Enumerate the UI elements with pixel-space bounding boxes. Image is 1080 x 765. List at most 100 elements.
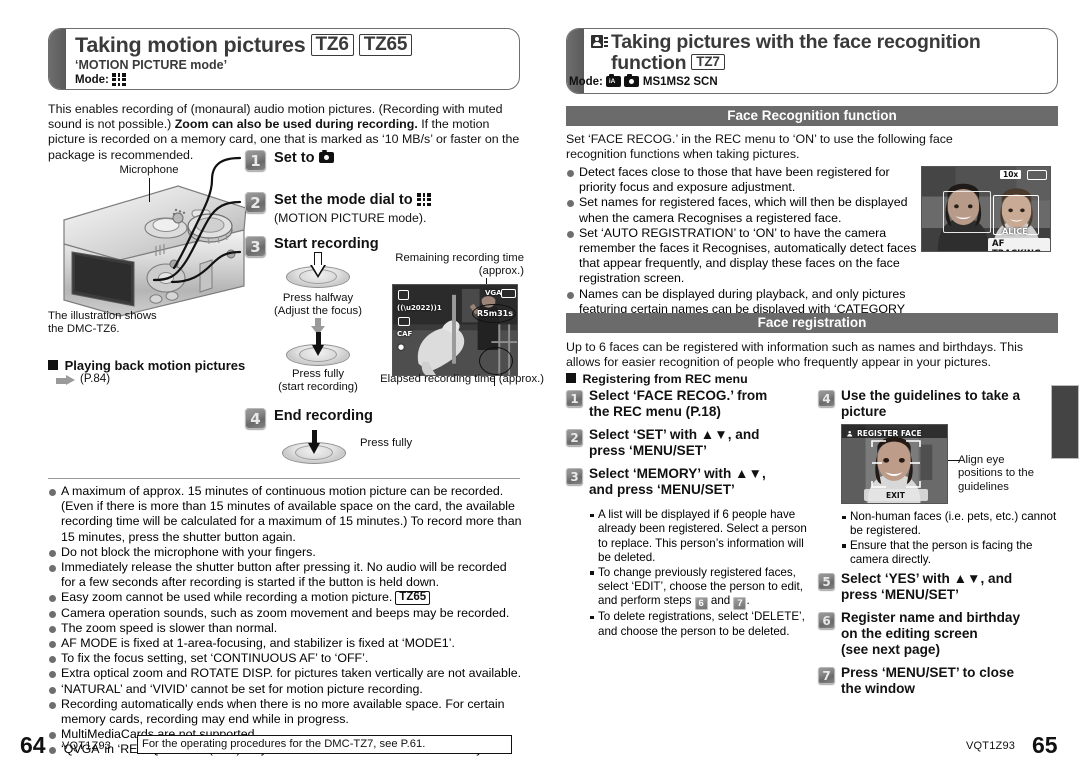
left-page-banner: Taking motion pictures TZ6 TZ65 ‘MOTION PI… [48,28,520,90]
model-tag-tz65: TZ65 [358,34,413,56]
step-1-text: Set to [274,149,334,167]
intelligent-auto-icon [605,74,621,88]
note-item: Camera operation sounds, such as zoom mo… [48,606,522,621]
recognized-name-label: ALICE [1002,227,1028,236]
step-chip-3: 3 [245,236,266,257]
note-item: A maximum of approx. 15 minutes of conti… [48,484,522,545]
step-6-text: Register name and birthday on the editin… [841,610,1021,658]
note-item: Ensure that the person is facing the cam… [841,539,1057,568]
bullet-item: Set ‘AUTO REGISTRATION’ to ‘ON’ to have … [566,226,918,287]
remaining-time-label: Remaining recording time (approx.) [395,252,524,278]
right-page-banner: Taking pictures with the face recognitio… [566,28,1058,94]
left-page-mode-line: Mode: [75,73,511,87]
illustration-note: The illustration shows the DMC-TZ6. [48,310,157,336]
inline-step-chip-6: 6 [694,597,708,611]
step-chip-3: 3 [566,468,583,485]
osd-mic-icon: ● [398,343,405,351]
step-chip-1: 1 [245,150,266,171]
step-7-text: Press ‘MENU/SET’ to close the window [841,665,1015,697]
osd-quality: VGA [485,289,502,297]
elapsed-time-label: Elapsed recording time (approx.) [380,373,544,385]
step-2-text: Set the mode dial to (MOTION PICTURE mod… [274,192,431,228]
face-registration-right-notes: Non-human faces (i.e. pets, etc.) cannot… [841,510,1057,568]
step-2-subtext: (MOTION PICTURE mode). [274,211,427,226]
face-registration-intro: Up to 6 faces can be registered with inf… [566,340,1024,370]
osd-continuous-af: CAF [397,330,413,338]
step-chip-5: 5 [818,573,835,590]
banner-accent-tab [49,29,66,89]
af-tracking-label: AF TRACKING [988,238,1050,251]
elapsed-time-highlight-ellipse [479,347,513,375]
osd-stabilizer-icon: ((\u2022))1 [397,304,442,312]
mode-label: Mode: [75,73,109,86]
model-tag-tz7: TZ7 [691,54,725,71]
registering-from-rec-menu-heading: Registering from REC menu [566,372,747,386]
page-thumb-tab [1051,385,1079,459]
note-item: To delete registrations, select ‘DELETE’… [589,610,807,639]
shutter-halfway-illustration [286,252,350,288]
press-halfway-arrow-icon [309,252,326,280]
motion-picture-film-icon [416,193,431,206]
face-registration-left-notes: A list will be displayed if 6 people hav… [589,508,807,639]
press-fully-end-arrow-icon [308,430,320,456]
step-leader-lines [152,156,242,284]
camera-icon [318,149,334,163]
note-item: Do not block the microphone with your fi… [48,545,522,560]
step-2-text: Select ‘SET’ with ▲▼, and press ‘MENU/SE… [589,427,760,459]
note-item: Non-human faces (i.e. pets, etc.) cannot… [841,510,1057,539]
step-chip-4: 4 [245,408,266,429]
press-halfway-caption: Press halfway (Adjust the focus) [274,292,362,318]
note-item: The zoom speed is slower than normal. [48,621,522,636]
left-footer-reference-box: For the operating procedures for the DMC… [137,735,512,754]
note-item: A list will be displayed if 6 people hav… [589,508,807,566]
align-eye-callout: Align eye positions to the guidelines [958,454,1034,493]
face-recognition-bullets: Detect faces close to those that have be… [566,165,918,332]
right-page-number: 65 [1032,732,1058,758]
left-page-title: Taking motion pictures TZ6 TZ65 [75,33,511,57]
right-page-title: Taking pictures with the face recognitio… [591,31,1049,75]
mode-text: MS1MS2 SCN [642,75,718,88]
step-3-text: Select ‘MEMORY’ with ▲▼, and press ‘MENU… [589,466,766,498]
left-page-subtitle: ‘MOTION PICTURE mode’ [75,58,228,73]
face-frame-left [943,191,991,233]
step-chip-2: 2 [245,192,266,213]
step-chip-4: 4 [818,390,835,407]
osd-rec-mode-icon [398,290,409,300]
step-3-text: Start recording [274,236,379,252]
step-4-text: End recording [274,408,373,424]
step-chip-7: 7 [818,667,835,684]
camera-icon [623,74,639,88]
step-chip-6: 6 [818,612,835,629]
bullet-item: Detect faces close to those that have be… [566,165,918,195]
note-item: Recording automatically ends when there … [48,697,522,727]
face-recognition-icon [591,35,608,49]
motion-picture-film-icon [111,73,126,87]
osd-battery-icon [501,289,516,298]
step-5-text: Select ‘YES’ with ▲▼, and press ‘MENU/SE… [841,571,1013,603]
register-face-exit-label: EXIT [886,491,905,500]
right-page-mode-line: Mode: MS1MS2 SCN [569,74,1049,88]
note-item: Immediately release the shutter button a… [48,560,522,590]
model-tag-tz6: TZ6 [310,34,354,56]
press-fully-arrow-icon [312,332,324,358]
mode-label: Mode: [569,75,603,88]
right-arrow-icon [56,375,76,386]
note-item: Easy zoom cannot be used while recording… [48,590,522,606]
shutter-end-illustration [282,430,346,464]
intro-bold-fragment: Zoom can also be used during recording. [174,117,418,132]
recording-screen-lcd: ((\u2022))1 CAF ● VGA R5m31s [392,284,518,376]
face-recognition-section-header: Face Recognition function [566,106,1058,126]
step-1-text: Select ‘FACE RECOG.’ from the REC menu (… [589,388,768,420]
playing-back-heading: Playing back motion pictures [48,358,246,373]
playback-page-ref: (P.84) [80,372,111,385]
step-chip-1: 1 [566,390,583,407]
left-page-number: 64 [20,732,46,758]
register-face-lcd: REGISTER FACE EXIT [841,424,948,504]
press-fully-end-caption: Press fully [360,437,413,449]
press-fully-caption: Press fully (start recording) [278,368,358,394]
left-page-code: VQT1Z93 [62,740,112,752]
face-registration-section-header: Face registration [566,313,1058,333]
note-item: Extra optical zoom and ROTATE DISP. for … [48,666,522,681]
note-item: ‘NATURAL’ and ‘VIVID’ cannot be set for … [48,682,522,697]
step-chip-2: 2 [566,429,583,446]
